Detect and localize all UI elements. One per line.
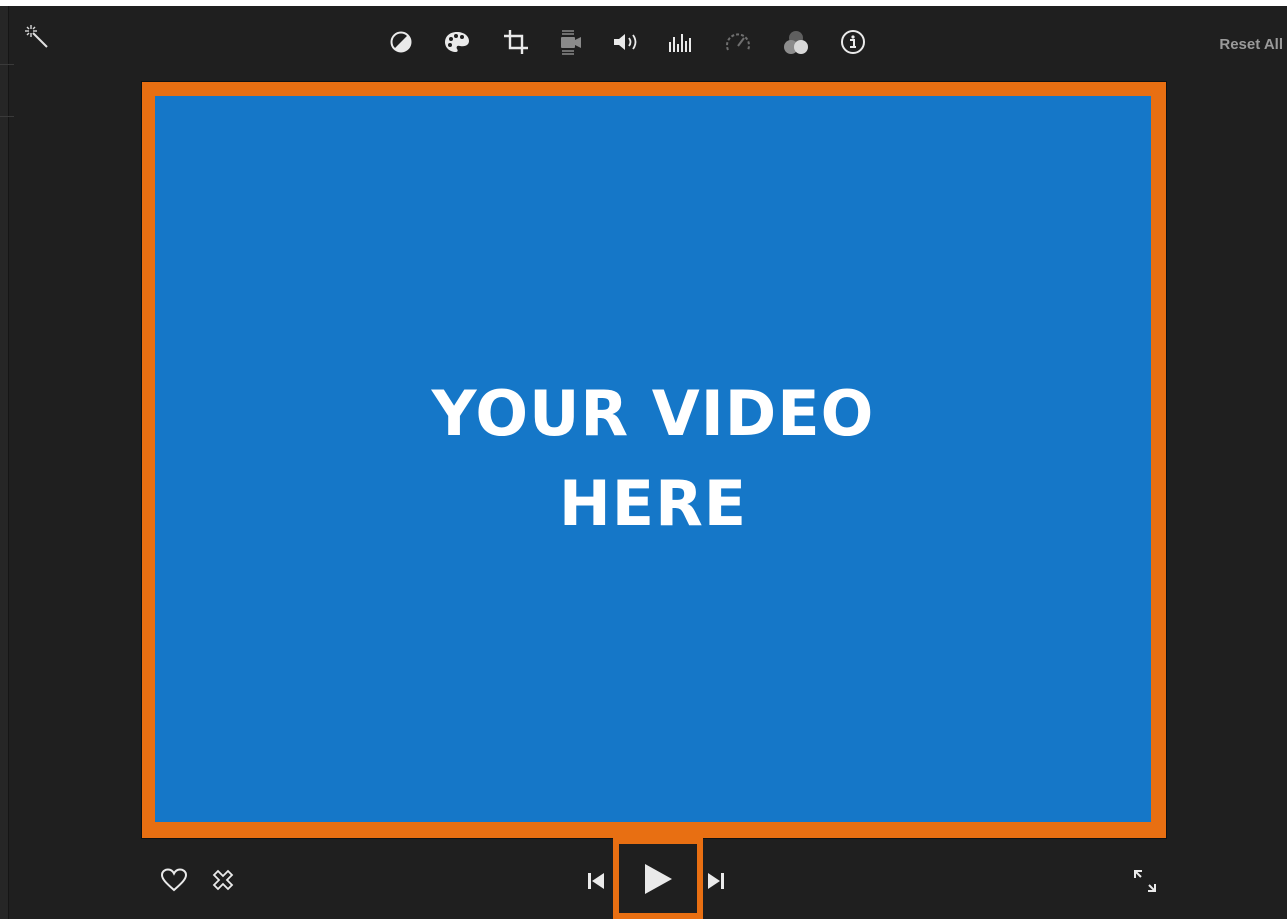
- sidebar-stub-line: [0, 116, 14, 117]
- play-button[interactable]: [613, 838, 703, 919]
- video-placeholder-line2: HERE: [558, 467, 748, 540]
- speed-icon[interactable]: [723, 29, 753, 55]
- color-palette-icon[interactable]: [443, 29, 471, 55]
- left-sidebar-edge: [0, 6, 8, 919]
- video-placeholder-line1: YOUR VIDEO: [431, 377, 875, 450]
- video-preview[interactable]: YOUR VIDEO HERE: [155, 96, 1151, 822]
- color-balance-icon[interactable]: [389, 30, 413, 54]
- reset-all-button[interactable]: Reset All: [1219, 36, 1283, 53]
- fullscreen-icon[interactable]: [1130, 866, 1160, 896]
- reject-x-icon[interactable]: [208, 866, 238, 894]
- equalizer-icon[interactable]: [666, 30, 696, 54]
- clip-filter-icon[interactable]: [781, 29, 811, 57]
- adjustments-toolbar: Reset All: [0, 6, 1287, 74]
- info-icon[interactable]: [839, 28, 867, 56]
- video-viewer: YOUR VIDEO HERE: [142, 82, 1166, 838]
- volume-icon[interactable]: [612, 30, 642, 54]
- favorite-heart-icon[interactable]: [158, 866, 190, 894]
- magic-wand-icon[interactable]: [24, 24, 50, 50]
- play-icon: [642, 862, 674, 896]
- left-sidebar-divider: [8, 6, 9, 919]
- skip-forward-icon[interactable]: [704, 870, 728, 892]
- stabilization-icon[interactable]: [558, 28, 584, 56]
- skip-back-icon[interactable]: [584, 870, 608, 892]
- crop-icon[interactable]: [502, 28, 530, 56]
